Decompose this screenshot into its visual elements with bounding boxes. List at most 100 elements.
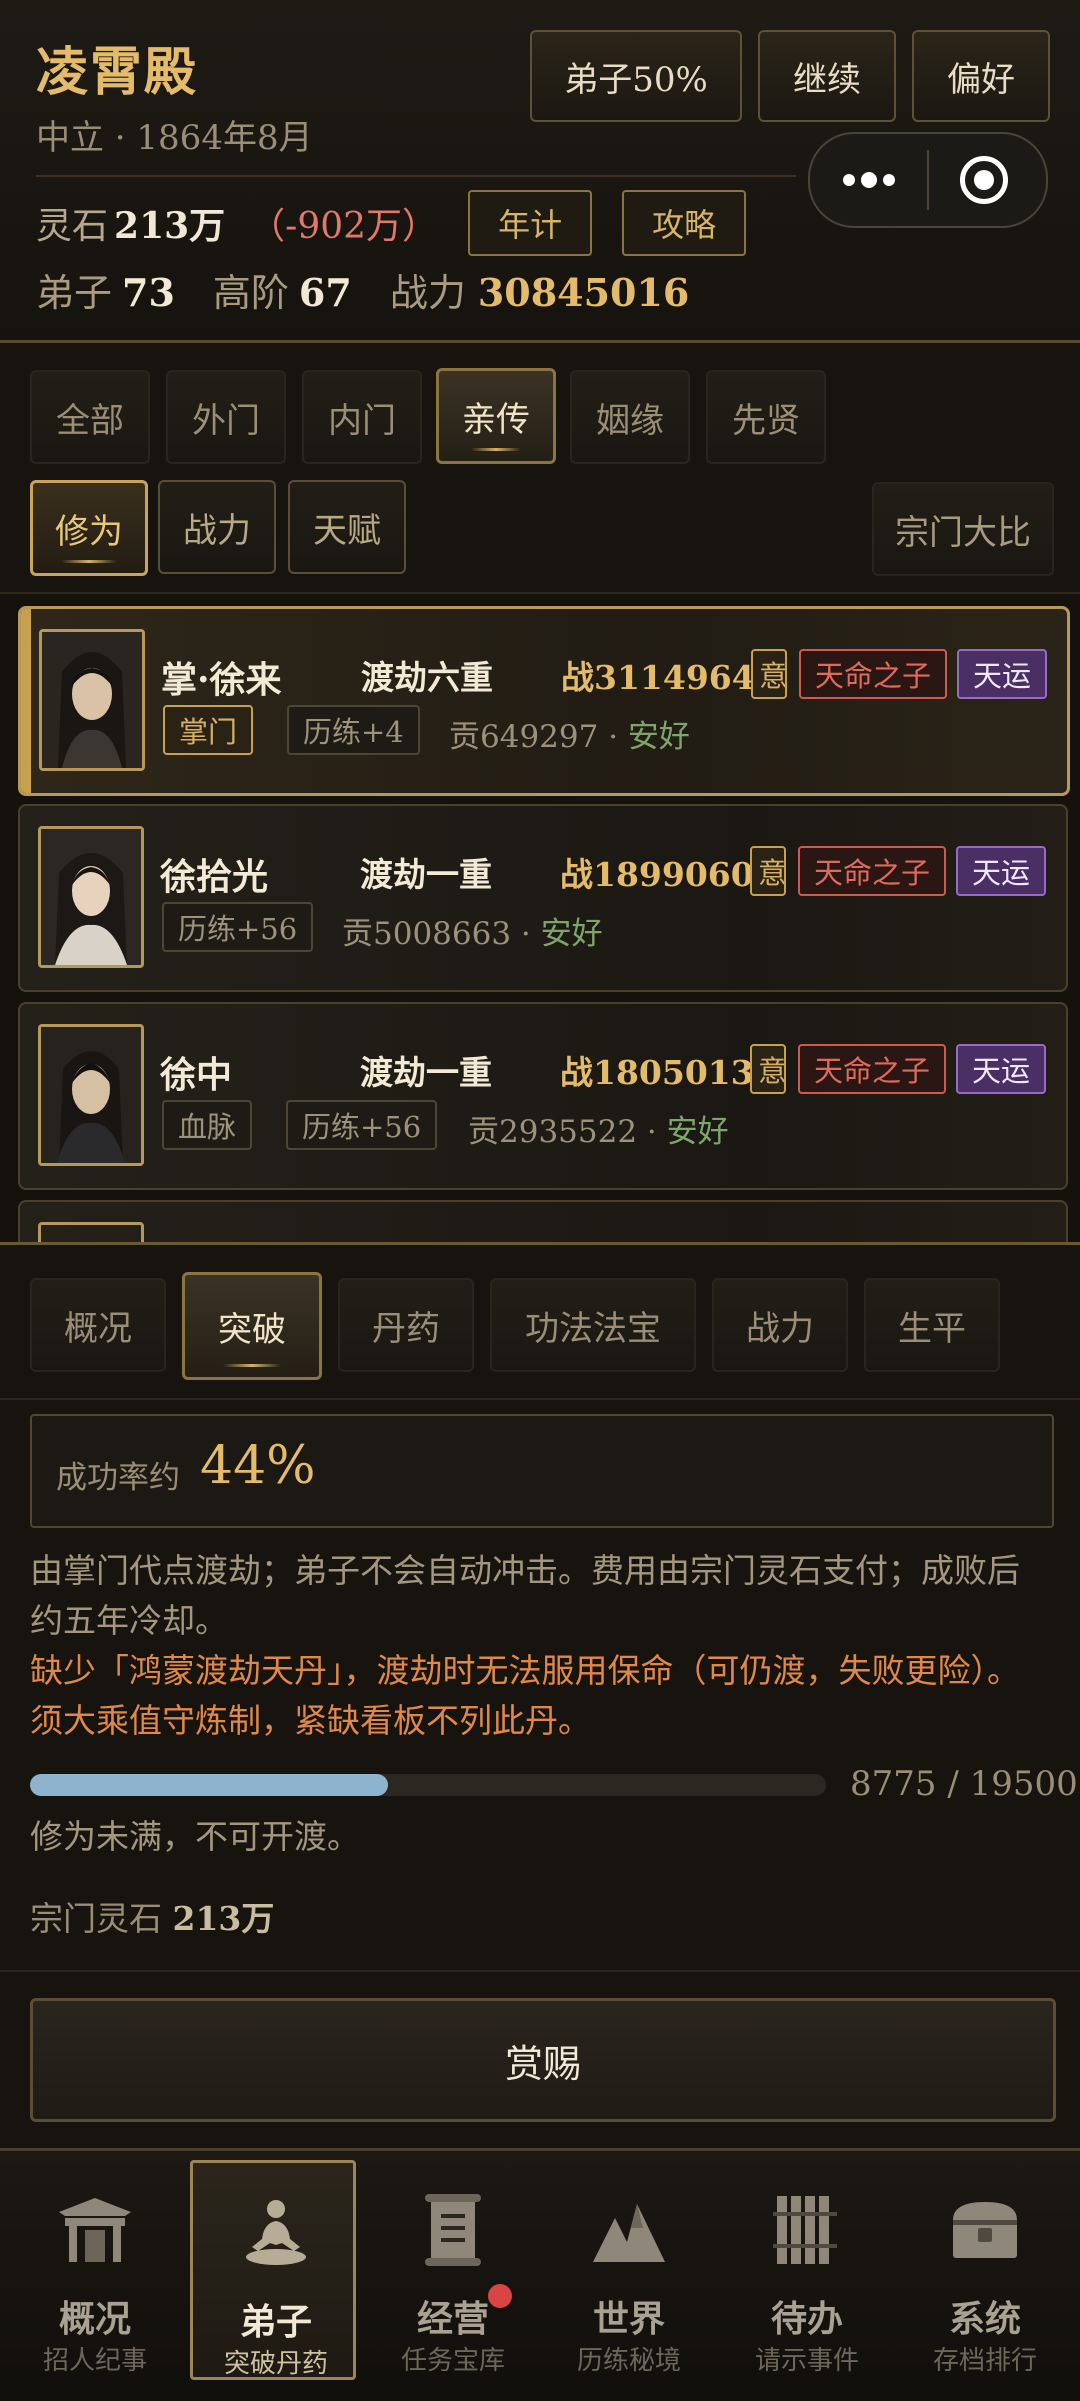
- nav-sub: 突破丹药: [223, 2349, 328, 2379]
- disciple-card[interactable]: 徐拾光 渡劫一重 战1899060 意 天命之子 天运 历练+56 贡50086…: [18, 804, 1068, 992]
- nav-disciples[interactable]: 弟子 突破丹药: [190, 2160, 356, 2380]
- tab-ancestors[interactable]: 先贤: [706, 370, 826, 464]
- guide-button[interactable]: 攻略: [622, 190, 747, 256]
- destiny-badge: 天命之子: [798, 1044, 947, 1094]
- tab-direct[interactable]: 亲传: [436, 368, 556, 464]
- avatar: [39, 629, 145, 771]
- fortune-badge: 天运: [957, 649, 1048, 699]
- sort-talent[interactable]: 天赋: [288, 480, 406, 574]
- training-tag: 历练+56: [286, 1100, 438, 1150]
- faction-date: 中立 · 1864年8月: [36, 118, 313, 158]
- destiny-badge: 天命之子: [799, 649, 948, 699]
- more-icon[interactable]: [810, 134, 928, 226]
- stats-row: 弟子 73 高阶 67 战力 30845016: [36, 262, 689, 317]
- nav-todo[interactable]: 待办 请示事件: [724, 2160, 890, 2380]
- nav-sub: 请示事件: [754, 2346, 859, 2376]
- success-rate-value: 44%: [200, 1436, 316, 1496]
- cultivation-progress-bar: [30, 1774, 826, 1796]
- fortune-badge: 天运: [956, 1044, 1047, 1094]
- nav-sub: 历练秘境: [576, 2346, 681, 2376]
- sort-power[interactable]: 战力: [158, 480, 276, 574]
- intent-badge: 意: [750, 1044, 786, 1094]
- missing-pill-warning: 缺少「鸿蒙渡劫天丹」，渡劫时无法服用保命（可仍渡，失败更险）。须大乘值守炼制，紧…: [30, 1651, 1020, 1740]
- sect-title: 凌霄殿: [36, 42, 199, 103]
- success-rate-box: 成功率约 44%: [30, 1414, 1054, 1528]
- contribution: 贡2935522: [468, 1114, 638, 1150]
- spirit-label: 灵石: [36, 206, 109, 247]
- continue-button[interactable]: 继续: [758, 30, 896, 122]
- health-status: 安好: [540, 916, 603, 952]
- sect-spirit-value: 213万: [172, 1899, 275, 1938]
- nav-label: 经营: [416, 2298, 489, 2340]
- contribution-status: 贡5008663 · 安好: [342, 916, 603, 952]
- spirit-value: 213万: [114, 205, 226, 247]
- chest-icon: [953, 2202, 1017, 2258]
- disciple-realm: 渡劫一重: [360, 1053, 492, 1092]
- power-value: 30845016: [477, 270, 690, 315]
- divider: [0, 1970, 1080, 1972]
- disciples-label: 弟子: [36, 271, 113, 315]
- disciple-card[interactable]: 掌·徐来 渡劫六重 战3114964 意 天命之子 天运 掌门 历练+4 贡64…: [18, 606, 1070, 796]
- capsule-divider: [927, 150, 929, 210]
- spirit-delta: （-902万）: [249, 206, 439, 247]
- disciple-power: 战3114964: [561, 658, 755, 697]
- nav-label: 世界: [592, 2298, 665, 2340]
- tab-outer[interactable]: 外门: [166, 370, 286, 464]
- disciple-name: 徐中: [160, 1054, 233, 1096]
- bamboo-slips-icon: [773, 2196, 837, 2264]
- yearly-plan-button[interactable]: 年计: [468, 190, 593, 256]
- nav-world[interactable]: 世界 历练秘境: [546, 2160, 712, 2380]
- tab-overview[interactable]: 概况: [30, 1278, 166, 1372]
- tab-inner[interactable]: 内门: [302, 370, 422, 464]
- disciple-name: 徐拾光: [160, 856, 269, 898]
- close-target-icon[interactable]: [960, 156, 1008, 204]
- divider: [0, 1398, 1080, 1400]
- nav-overview[interactable]: 概况 招人纪事: [12, 2160, 178, 2380]
- nav-label: 系统: [948, 2298, 1021, 2340]
- disciple-realm: 渡劫六重: [361, 658, 493, 697]
- nav-sub: 存档排行: [932, 2346, 1037, 2376]
- contribution: 贡5008663: [342, 916, 512, 952]
- disciple-realm: 渡劫一重: [360, 855, 492, 894]
- sect-competition-button[interactable]: 宗门大比: [872, 482, 1054, 576]
- nav-sub: 任务宝库: [400, 2346, 505, 2376]
- intent-badge: 意: [750, 846, 786, 896]
- power-label: 战力: [389, 271, 466, 315]
- nav-sub: 招人纪事: [42, 2346, 147, 2376]
- tab-marriage[interactable]: 姻缘: [570, 370, 690, 464]
- nav-system[interactable]: 系统 存档排行: [902, 2160, 1068, 2380]
- disciple-power: 战1899060: [560, 855, 754, 894]
- nav-label: 待办: [770, 2298, 843, 2340]
- bloodline-tag: 血脉: [162, 1100, 253, 1150]
- disciple-power: 战1805013: [560, 1053, 754, 1092]
- sort-cultivation[interactable]: 修为: [30, 480, 148, 576]
- destiny-badge: 天命之子: [798, 846, 947, 896]
- training-tag: 历练+4: [287, 705, 420, 755]
- training-tag: 历练+56: [162, 902, 314, 952]
- success-rate-label: 成功率约: [56, 1460, 180, 1496]
- preferences-button[interactable]: 偏好: [912, 30, 1050, 122]
- scroll-icon: [425, 2194, 481, 2266]
- tab-breakthrough[interactable]: 突破: [182, 1272, 322, 1380]
- contribution-status: 贡649297 · 安好: [449, 719, 690, 755]
- nav-management[interactable]: 经营 任务宝库: [370, 2160, 536, 2380]
- tab-biography[interactable]: 生平: [864, 1278, 1000, 1372]
- nav-label: 弟子: [239, 2301, 312, 2343]
- meditation-icon: [246, 2200, 306, 2265]
- disciples-value: 73: [122, 270, 175, 315]
- disciple-card[interactable]: 徐中 渡劫一重 战1805013 意 天命之子 天运 血脉 历练+56 贡293…: [18, 1002, 1068, 1190]
- mountain-icon: [593, 2204, 665, 2262]
- tab-pills[interactable]: 丹药: [338, 1278, 474, 1372]
- avatar: [38, 1024, 144, 1166]
- tab-combat[interactable]: 战力: [712, 1278, 848, 1372]
- health-status: 安好: [666, 1114, 729, 1150]
- reward-button[interactable]: 赏赐: [30, 1998, 1056, 2122]
- contribution-status: 贡2935522 · 安好: [468, 1114, 729, 1150]
- contribution: 贡649297: [449, 719, 599, 755]
- health-status: 安好: [627, 719, 690, 755]
- tab-techniques[interactable]: 功法法宝: [490, 1278, 696, 1372]
- tab-all[interactable]: 全部: [30, 370, 150, 464]
- disciple-speed-button[interactable]: 弟子50%: [530, 30, 742, 122]
- progress-note: 修为未满，不可开渡。: [30, 1817, 360, 1856]
- spirit-stone-row: 灵石 213万 （-902万） 年计 攻略: [36, 190, 747, 256]
